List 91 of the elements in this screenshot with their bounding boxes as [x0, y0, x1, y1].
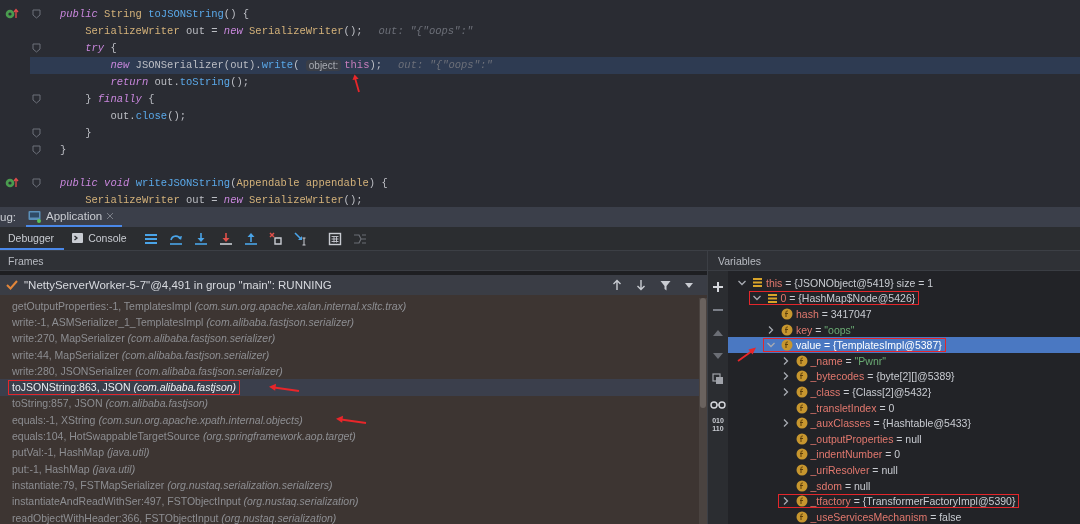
down-arrow-icon[interactable]	[636, 279, 646, 291]
inline-value-hint: out: "{"oops":"	[398, 59, 493, 72]
expand-chevron-icon[interactable]	[766, 324, 776, 335]
stack-frame[interactable]: equals:104, HotSwappableTargetSource (org.springframework.aop.target)	[8, 429, 360, 444]
override-icon[interactable]	[5, 8, 19, 21]
field-icon	[795, 479, 808, 492]
up-arrow-icon[interactable]	[612, 279, 622, 291]
variable-entry[interactable]: _name = "Pwnr"	[810, 354, 886, 367]
field-icon	[795, 495, 808, 508]
application-icon	[28, 209, 42, 223]
code-text: out.close();	[109, 109, 187, 122]
variable-entry[interactable]: 0 = {HashMap$Node@5426}	[780, 292, 916, 305]
console-icon	[72, 232, 84, 243]
drop-frame-icon[interactable]	[268, 231, 283, 246]
variable-entry[interactable]: hash = 3417047	[796, 308, 872, 320]
check-icon	[6, 280, 18, 290]
field-icon	[781, 308, 793, 320]
code-text: SerializeWriter out = new SerializeWriter();	[84, 194, 363, 207]
code-text: public void writeJSONString(Appendable appendable) {	[60, 177, 388, 190]
code-text: new JSONSerializer(out).write(	[109, 59, 301, 72]
panel-title: Frames	[8, 254, 44, 267]
field-icon	[795, 417, 808, 430]
stack-frame[interactable]: readObjectWithHeader:366, FSTObjectInput (org.nustaq.serialization)	[8, 510, 341, 524]
code-text: SerializeWriter out = new SerializeWriter();	[84, 25, 363, 38]
variable-entry[interactable]: _auxClasses = {Hashtable@5433}	[810, 417, 971, 430]
field-icon	[795, 510, 808, 523]
code-text: public String toJSONString() {	[60, 8, 250, 21]
force-step-into-icon[interactable]	[218, 231, 233, 246]
variable-entry[interactable]: _outputProperties = null	[810, 432, 922, 445]
step-out-icon[interactable]	[243, 231, 258, 246]
field-icon	[795, 432, 808, 445]
stack-frame[interactable]: putVal:-1, HashMap (java.util)	[8, 445, 154, 461]
scrollbar-thumb[interactable]	[700, 298, 706, 408]
variable-entry[interactable]: _class = {Class[2]@5432}	[810, 385, 932, 398]
trace-icon[interactable]	[352, 231, 367, 246]
dropdown-caret-icon[interactable]	[685, 282, 693, 288]
stack-frame[interactable]: equals:-1, XString (com.sun.org.apache.xpath.internal.objects)	[8, 412, 307, 428]
parameter-hint: object:	[305, 59, 342, 71]
variable-entry[interactable]: _uriResolver = null	[810, 463, 898, 476]
layout-icon[interactable]	[143, 231, 158, 246]
code-text: return out.toString();	[109, 76, 250, 88]
variable-entry[interactable]: key = "oops"	[796, 323, 855, 336]
stack-frame[interactable]: write:280, JSONSerializer (com.alibaba.fastjson.serializer)	[8, 363, 287, 379]
code-text: this	[344, 59, 370, 72]
run-to-cursor-icon[interactable]	[293, 231, 308, 246]
field-icon	[795, 370, 808, 383]
code-text: }	[60, 143, 67, 156]
copy-icon[interactable]	[712, 373, 724, 385]
variable-entry[interactable]: _indentNumber = 0	[810, 448, 901, 461]
field-icon	[781, 323, 793, 336]
stack-frame[interactable]: put:-1, HashMap (java.util)	[8, 461, 140, 477]
code-text: try {	[84, 42, 117, 55]
variable-entry[interactable]: _transletIndex = 0	[810, 401, 895, 414]
field-icon	[795, 385, 808, 398]
field-icon	[781, 339, 793, 352]
stack-frame[interactable]: instantiate:79, FSTMapSerializer (org.nustaq.serialization.serializers)	[8, 477, 337, 493]
code-text: );	[369, 59, 383, 72]
field-icon	[795, 354, 808, 367]
inline-value-hint: out: "{"oops":"	[378, 25, 473, 38]
stack-frame[interactable]: write:44, MapSerializer (com.alibaba.fastjson.serializer)	[8, 347, 274, 363]
add-icon[interactable]	[712, 281, 724, 293]
close-icon[interactable]	[106, 212, 115, 220]
stack-frame[interactable]: getOutputProperties:-1, TemplatesImpl (com.sun.org.apache.xalan.internal.xsltc.trax)	[8, 298, 411, 314]
list-icon	[752, 277, 763, 289]
stack-frame[interactable]: write:-1, ASMSerializer_1_TemplatesImpl (com.alibaba.fastjson.serializer)	[8, 314, 358, 330]
variable-entry[interactable]: _sdom = null	[810, 479, 871, 492]
code-text: } finally {	[84, 92, 155, 105]
field-icon	[795, 401, 808, 414]
calculator-icon[interactable]	[327, 231, 342, 246]
field-icon	[795, 463, 808, 476]
stack-frame[interactable]: instantiateAndReadWithSer:497, FSTObjectInput (org.nustaq.serialization)	[8, 494, 363, 510]
tab-label: Application	[46, 210, 103, 222]
thread-label: "NettyServerWorker-5-7"@4,491 in group "main": RUNNING	[24, 279, 332, 291]
variable-entry[interactable]: _bytecodes = {byte[2][]@5389}	[810, 370, 955, 383]
thread-selector[interactable]: "NettyServerWorker-5-7"@4,491 in group "main": RUNNING	[0, 275, 707, 295]
stack-frame[interactable]: write:270, MapSerializer (com.alibaba.fastjson.serializer)	[8, 331, 280, 347]
field-icon	[795, 448, 808, 461]
step-into-icon[interactable]	[193, 231, 208, 246]
stack-frame[interactable]: toJSONString:863, JSON (com.alibaba.fastjson)	[8, 380, 241, 396]
list-icon	[766, 292, 778, 304]
debug-label: ug:	[0, 210, 17, 225]
panel-title: Variables	[718, 254, 761, 267]
variable-entry[interactable]: this = {JSONObject@5419} size = 1	[766, 276, 934, 289]
debugger-tab[interactable]: Console	[64, 227, 137, 250]
variable-entry[interactable]: _tfactory = {TransformerFactoryImpl@5390}	[810, 495, 1016, 508]
glasses-icon[interactable]	[710, 400, 726, 410]
stack-frame[interactable]: toString:857, JSON (com.alibaba.fastjson)	[8, 396, 213, 412]
variable-entry[interactable]: _useServicesMechanism = false	[810, 510, 962, 523]
code-text: }	[84, 126, 92, 139]
filter-icon[interactable]	[660, 279, 671, 291]
override-icon[interactable]	[5, 177, 19, 190]
